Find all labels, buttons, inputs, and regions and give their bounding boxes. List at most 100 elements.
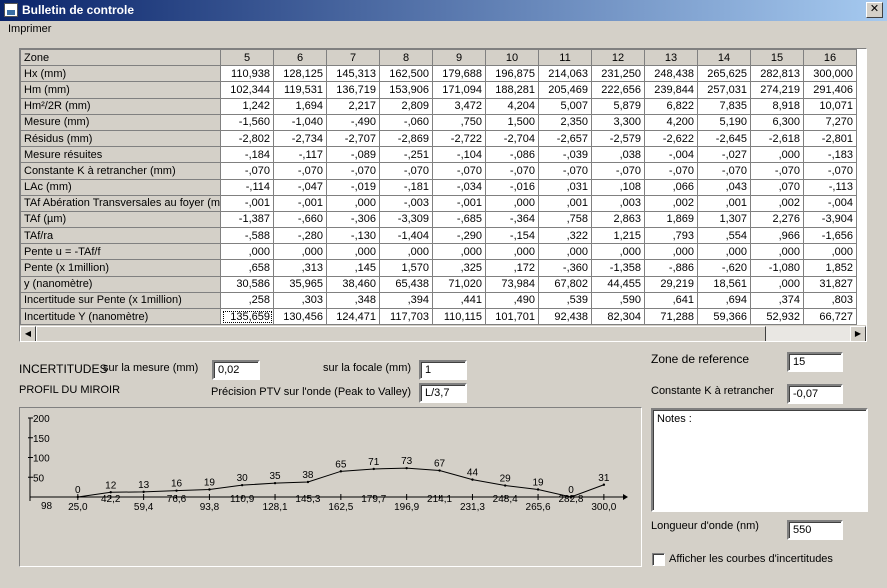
grid-cell[interactable]: 44,455 [591,275,645,293]
grid-cell[interactable]: 31,827 [803,275,857,293]
grid-cell[interactable]: 124,471 [326,307,380,326]
grid-cell[interactable]: -,070 [326,162,380,180]
grid-cell[interactable]: ,070 [750,178,804,196]
grid-cell[interactable]: -,089 [326,146,380,164]
grid-cell[interactable]: 153,906 [379,81,433,99]
grid-cell[interactable]: -3,309 [379,210,433,229]
grid-cell[interactable]: -,016 [485,178,539,196]
grid-cell[interactable]: 7,270 [803,113,857,131]
grid-cell[interactable]: 92,438 [538,307,592,326]
grid-cell[interactable]: ,000 [750,275,804,293]
grid-cell[interactable]: -,027 [697,146,751,164]
grid-cell[interactable]: -,060 [379,113,433,131]
grid-cell[interactable]: 71,020 [432,275,486,293]
grid-cell[interactable]: 2,350 [538,113,592,131]
grid-cell[interactable]: -,070 [485,162,539,180]
grid-cell[interactable]: -1,404 [379,227,433,245]
grid-cell[interactable]: ,000 [644,243,698,261]
grid-cell[interactable]: ,490 [485,291,539,310]
grid-cell[interactable]: -,490 [326,113,380,131]
grid-cell[interactable]: 3,472 [432,97,486,115]
grid-cell[interactable]: 1,215 [591,227,645,245]
grid-cell[interactable]: 101,701 [485,307,539,326]
zone-ref-input[interactable] [787,352,843,372]
scroll-thumb[interactable] [36,326,766,341]
grid-cell[interactable]: 171,094 [432,81,486,99]
scroll-right-button[interactable]: ▶ [850,326,866,341]
grid-cell[interactable]: 188,281 [485,81,539,99]
grid-cell[interactable]: ,002 [644,194,698,212]
grid-cell[interactable]: 102,344 [220,81,274,99]
grid-cell[interactable]: 2,863 [591,210,645,229]
grid-cell[interactable]: -,154 [485,227,539,245]
grid-cell[interactable]: 6,300 [750,113,804,131]
grid-cell[interactable]: 65,438 [379,275,433,293]
grid-cell[interactable]: -,001 [273,194,327,212]
grid-cell[interactable]: 179,688 [432,65,486,83]
grid-cell[interactable]: -,114 [220,178,274,196]
grid-cell[interactable]: ,325 [432,259,486,277]
grid-cell[interactable]: 30,586 [220,275,274,293]
grid-cell[interactable]: -,070 [697,162,751,180]
grid-cell[interactable]: -,588 [220,227,274,245]
grid-cell[interactable]: ,001 [538,194,592,212]
grid-cell[interactable]: 135,659 [220,307,274,326]
grid-cell[interactable]: ,694 [697,291,751,310]
grid-cell[interactable]: ,000 [379,243,433,261]
grid-cell[interactable]: -,070 [803,162,857,180]
grid-cell[interactable]: 10,071 [803,97,857,115]
grid-cell[interactable]: ,000 [220,243,274,261]
grid-cell[interactable]: -,070 [750,162,804,180]
grid-cell[interactable]: -2,618 [750,129,804,148]
grid-cell[interactable]: ,322 [538,227,592,245]
grid-cell[interactable]: ,658 [220,259,274,277]
precision-input[interactable] [419,383,467,403]
sur-mesure-input[interactable] [212,360,260,380]
grid-cell[interactable]: 1,500 [485,113,539,131]
grid-cell[interactable]: 1,852 [803,259,857,277]
grid-cell[interactable]: -,251 [379,146,433,164]
grid-cell[interactable]: ,000 [326,243,380,261]
grid-cell[interactable]: ,000 [538,243,592,261]
grid-cell[interactable]: ,066 [644,178,698,196]
data-grid[interactable]: Zone 5 6 7 8 9 10 11 12 13 14 15 16 Hx (mm) 110,938 128… [19,48,867,342]
grid-cell[interactable]: ,002 [750,194,804,212]
grid-cell[interactable]: ,043 [697,178,751,196]
grid-cell[interactable]: -,070 [379,162,433,180]
grid-cell[interactable]: 291,406 [803,81,857,99]
grid-cell[interactable]: ,038 [591,146,645,164]
grid-cell[interactable]: -,001 [220,194,274,212]
grid-cell[interactable]: ,750 [432,113,486,131]
grid-cell[interactable]: 162,500 [379,65,433,83]
grid-cell[interactable]: 1,869 [644,210,698,229]
grid-cell[interactable]: -,660 [273,210,327,229]
grid-cell[interactable]: -,019 [326,178,380,196]
grid-cell[interactable]: -,620 [697,259,751,277]
grid-cell[interactable]: 5,190 [697,113,751,131]
grid-cell[interactable]: -,113 [803,178,857,196]
grid-cell[interactable]: 196,875 [485,65,539,83]
grid-cell[interactable]: ,001 [697,194,751,212]
close-button[interactable]: ✕ [866,2,883,18]
grid-cell[interactable]: 265,625 [697,65,751,83]
grid-cell[interactable]: 205,469 [538,81,592,99]
grid-cell[interactable]: 4,204 [485,97,539,115]
grid-cell[interactable]: 119,531 [273,81,327,99]
grid-cell[interactable]: ,000 [432,243,486,261]
grid-cell[interactable]: 29,219 [644,275,698,293]
grid-cell[interactable]: ,641 [644,291,698,310]
grid-cell[interactable]: 82,304 [591,307,645,326]
grid-cell[interactable]: -,001 [432,194,486,212]
grid-cell[interactable]: ,758 [538,210,592,229]
grid-cell[interactable]: 136,719 [326,81,380,99]
grid-cell[interactable]: 73,984 [485,275,539,293]
grid-cell[interactable]: -1,080 [750,259,804,277]
grid-cell[interactable]: -,183 [803,146,857,164]
grid-cell[interactable]: -,104 [432,146,486,164]
constante-input[interactable] [787,384,843,404]
grid-cell[interactable]: -,117 [273,146,327,164]
grid-cell[interactable]: -1,656 [803,227,857,245]
grid-cell[interactable]: ,348 [326,291,380,310]
incertitudes-checkbox[interactable] [652,553,665,566]
grid-cell[interactable]: 1,694 [273,97,327,115]
